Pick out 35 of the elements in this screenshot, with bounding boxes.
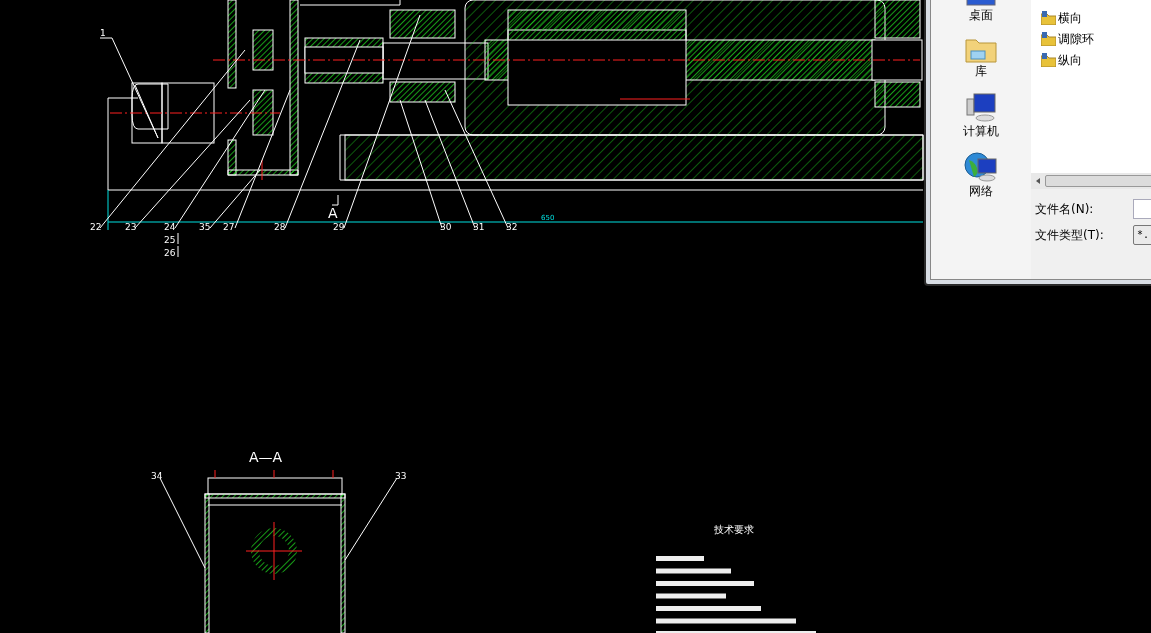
callout-number: 1 (100, 28, 106, 38)
callout-number: 27 (223, 222, 235, 232)
callout-number: 28 (274, 222, 286, 232)
callout-number: 30 (440, 222, 452, 232)
places-item[interactable]: 网络 (964, 151, 998, 199)
folder-icon (1041, 53, 1056, 67)
places-item[interactable]: 桌面 (965, 0, 997, 23)
places-item[interactable]: 计算机 (963, 91, 999, 139)
technical-requirements-title: 技术要求 (714, 524, 754, 535)
callout-number: 32 (506, 222, 518, 232)
callout-number: 35 (199, 222, 211, 232)
callout-number: 31 (473, 222, 485, 232)
folder-item[interactable]: 调隙环 (1041, 30, 1151, 48)
callout-number: 24 (164, 222, 176, 232)
callout-number: 26 (164, 248, 176, 258)
horizontal-scrollbar[interactable] (1031, 173, 1151, 189)
callout-number: 22 (90, 222, 102, 232)
section-mark: A (328, 205, 338, 221)
section-title: A—A (249, 449, 283, 465)
computer-icon (965, 91, 997, 123)
folder-icon (1041, 11, 1056, 25)
file-type-label: 文件类型(T): (1035, 227, 1104, 244)
callout-number: 25 (164, 235, 176, 245)
callout-number: 23 (125, 222, 137, 232)
callout-number: 34 (151, 471, 163, 481)
file-type-dropdown[interactable]: *. (1133, 225, 1151, 245)
folder-icon (1041, 32, 1056, 46)
file-name-label: 文件名(N): (1035, 201, 1094, 218)
callout-number: 33 (395, 471, 407, 481)
folder-item[interactable]: 横向 (1041, 9, 1151, 27)
monitor-icon (965, 0, 997, 7)
callout-number: 29 (333, 222, 345, 232)
folder-item[interactable]: 纵向 (1041, 51, 1151, 69)
places-item[interactable]: 库 (965, 35, 997, 79)
network-globe-icon (964, 151, 998, 183)
